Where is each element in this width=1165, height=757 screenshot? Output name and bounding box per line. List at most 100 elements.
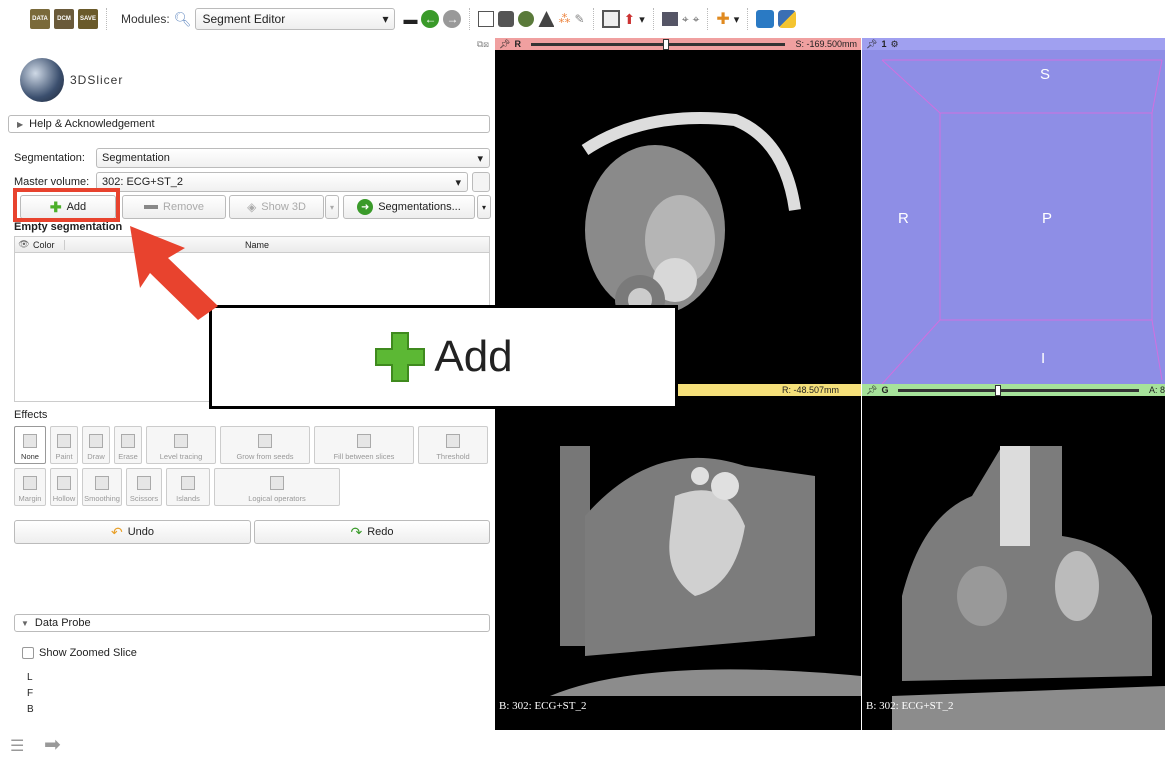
- effect-button[interactable]: None: [14, 426, 46, 464]
- python-icon[interactable]: [778, 10, 797, 28]
- yellow-offset-value: R: -48.507mm: [781, 385, 839, 395]
- probe-line: F: [27, 688, 34, 699]
- plus-icon: [375, 332, 426, 382]
- effect-label: Margin: [18, 494, 42, 503]
- effect-button[interactable]: Fill between slices: [314, 426, 414, 464]
- orientation-s: S: [1040, 66, 1051, 83]
- slicer-logo: 3DSlicer: [20, 58, 123, 102]
- undo-button[interactable]: ↶ Undo: [14, 520, 251, 544]
- red-arrow-pointer: [130, 226, 218, 320]
- master-volume-value: 302: ECG+ST_2: [102, 176, 184, 188]
- effect-button[interactable]: Islands: [166, 468, 210, 506]
- red-view-label: R: [514, 39, 521, 49]
- probe-line: L: [27, 672, 33, 683]
- effect-button[interactable]: Scissors: [126, 468, 162, 506]
- effect-button[interactable]: Level tracing: [146, 426, 216, 464]
- chevron-down-icon[interactable]: ▾: [639, 13, 645, 26]
- mouse-mode-icon[interactable]: ⬆: [624, 11, 636, 28]
- green-slice-view[interactable]: B: 302: ECG+ST_2: [862, 396, 1165, 730]
- fiducial-icon[interactable]: ✚: [716, 9, 729, 29]
- toolbar-divider: [747, 8, 749, 30]
- effect-button[interactable]: Draw: [82, 426, 110, 464]
- layout-icon[interactable]: [601, 10, 620, 28]
- data-probe-section[interactable]: ▼ Data Probe: [14, 614, 490, 632]
- view-options-icon[interactable]: ⚙: [890, 39, 898, 50]
- module-selector[interactable]: Segment Editor ▾: [195, 8, 396, 30]
- effect-label: Paint: [55, 452, 73, 461]
- data-probe-label: Data Probe: [34, 617, 91, 629]
- effect-button[interactable]: Paint: [50, 426, 78, 464]
- show-zoomed-label: Show Zoomed Slice: [39, 647, 137, 659]
- transforms-icon[interactable]: [538, 11, 555, 27]
- screenshot-icon[interactable]: [661, 12, 678, 26]
- master-volume-options-icon[interactable]: [472, 172, 490, 192]
- remove-segment-button[interactable]: Remove: [122, 195, 226, 219]
- crosshair-icon[interactable]: ⌖: [682, 12, 689, 27]
- redo-button[interactable]: ↷ Redo: [254, 520, 490, 544]
- green-slice-controller[interactable]: 📌︎ G A: 8: [862, 384, 1165, 396]
- effect-button[interactable]: Threshold: [418, 426, 488, 464]
- chevron-down-icon: ▾: [455, 176, 461, 189]
- red-slice-controller[interactable]: 📌︎ R S: -169.500mm: [495, 38, 861, 50]
- dicom-icon[interactable]: DCM: [54, 9, 74, 29]
- effect-label: Threshold: [436, 452, 470, 461]
- red-offset-slider[interactable]: [530, 38, 786, 50]
- effect-button[interactable]: Grow from seeds: [220, 426, 310, 464]
- sagittal-ct-image: [550, 446, 861, 696]
- pin-icon[interactable]: 📌︎: [866, 39, 877, 50]
- effect-button[interactable]: Erase: [114, 426, 142, 464]
- extensions-icon[interactable]: [756, 10, 775, 28]
- add-highlight-box: [13, 188, 120, 222]
- effect-button[interactable]: Margin: [14, 468, 46, 506]
- main-toolbar: DATA DCM SAVE Modules: 🔍︎ Segment Editor…: [0, 0, 1165, 38]
- segmentations-dropdown[interactable]: ▾: [477, 195, 491, 219]
- visibility-column-icon[interactable]: 👁︎: [15, 239, 33, 250]
- toolbar-divider: [469, 8, 471, 30]
- effect-button[interactable]: Hollow: [50, 468, 78, 506]
- help-section[interactable]: ▶ Help & Acknowledgement: [8, 115, 490, 133]
- 3d-view-controller[interactable]: 📌︎ 1 ⚙: [862, 38, 1165, 50]
- load-data-icon[interactable]: DATA: [30, 9, 50, 29]
- models-icon[interactable]: [518, 11, 535, 27]
- show-3d-button[interactable]: ◈ Show 3D: [229, 195, 324, 219]
- effect-icon: [181, 476, 195, 490]
- segmentations-button[interactable]: ➜ Segmentations...: [343, 195, 475, 219]
- save-icon[interactable]: SAVE: [78, 9, 98, 29]
- effect-icon: [121, 434, 135, 448]
- probe-line: B: [27, 704, 34, 715]
- red-offset-value: S: -169.500mm: [795, 39, 857, 49]
- 3d-view[interactable]: S R P I: [862, 50, 1165, 384]
- data-module-icon[interactable]: [478, 11, 495, 27]
- effects-grid: None Paint Draw Erase Level tracing Grow from…: [14, 426, 490, 510]
- chevron-down-icon[interactable]: ▾: [734, 13, 740, 26]
- orientation-r: R: [898, 210, 909, 227]
- show-3d-dropdown[interactable]: ▾: [325, 195, 339, 219]
- pin-icon[interactable]: 📌︎: [866, 385, 877, 396]
- arrow-right-circle-icon: ➜: [357, 199, 374, 215]
- color-column-header[interactable]: Color: [33, 239, 65, 250]
- remove-label: Remove: [163, 201, 204, 213]
- forward-arrow-icon[interactable]: →: [443, 10, 462, 28]
- show-zoomed-checkbox[interactable]: [22, 647, 34, 659]
- effect-icon: [258, 434, 272, 448]
- editor-icon[interactable]: ✎: [574, 12, 584, 26]
- back-arrow-icon[interactable]: ←: [421, 10, 440, 28]
- master-volume-label: Master volume:: [14, 176, 90, 188]
- effect-button[interactable]: Logical operators: [214, 468, 340, 506]
- module-history-icon[interactable]: ▬: [403, 11, 417, 27]
- green-offset-slider[interactable]: [898, 384, 1139, 396]
- forward-arrow-icon[interactable]: ➡: [44, 732, 61, 757]
- panel-float-icon[interactable]: ⧉⊠: [477, 39, 489, 50]
- pin-icon[interactable]: 📌︎: [499, 39, 510, 50]
- yellow-slice-view[interactable]: B: 302: ECG+ST_2: [495, 396, 861, 730]
- ruler-icon[interactable]: ⌖: [693, 12, 700, 27]
- segmentation-selector[interactable]: Segmentation ▾: [96, 148, 490, 168]
- markups-icon[interactable]: ⁂: [558, 12, 570, 26]
- volume-icon[interactable]: [498, 11, 515, 27]
- chevron-down-icon: ▼: [21, 618, 29, 628]
- module-search-icon[interactable]: 🔍︎: [174, 11, 192, 28]
- modules-label: Modules:: [121, 12, 170, 26]
- master-volume-selector[interactable]: 302: ECG+ST_2 ▾: [96, 172, 468, 192]
- error-log-icon[interactable]: ☰: [10, 736, 24, 756]
- effect-button[interactable]: Smoothing: [82, 468, 122, 506]
